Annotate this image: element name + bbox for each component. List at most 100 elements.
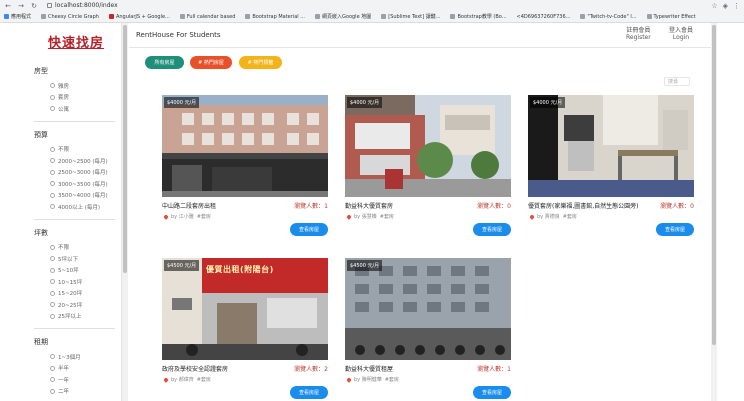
address-bar[interactable]: localhost:8000/index [47, 2, 118, 9]
tag-label[interactable]: #套房 [385, 376, 399, 383]
bookmark-item[interactable]: [Sublime Text] 讓鍵... [381, 13, 440, 20]
sidebar-scrollbar[interactable] [122, 23, 128, 401]
bookmark-item[interactable]: <4D69637260F736... [517, 14, 571, 20]
card-title[interactable]: 中山路二段套房出租 [162, 201, 216, 210]
filter-option[interactable]: 25坪以上 [50, 311, 121, 323]
filter-option[interactable]: 公寓 [50, 103, 121, 115]
radio-icon[interactable] [50, 354, 55, 360]
bookmark-item[interactable]: Full calendar based [179, 14, 235, 20]
search-input[interactable]: 搜尋 [664, 77, 690, 86]
bookmark-item[interactable]: Cheesy Circle Graph [41, 14, 99, 20]
radio-icon[interactable] [50, 290, 55, 296]
bookmark-label: Bootstrap教學 (Bo... [457, 14, 507, 20]
filter-option[interactable]: 二年 [50, 386, 121, 398]
radio-icon[interactable] [50, 204, 55, 210]
card-title-row: 勤益科大優質租屋 瀏覽人數：1 [345, 364, 511, 373]
house-photo[interactable]: $4000 元/月 [528, 95, 694, 197]
bookmark-item[interactable]: Bootstrap教學 (Bo... [450, 13, 507, 20]
filter-option[interactable]: 1~3個月 [50, 351, 121, 363]
budget-section: 預算 不限 2000~2500 (每月) 2500~3000 (每月) 3000… [34, 130, 121, 213]
bookmark-item[interactable]: 網頁嵌入Google 地圖 [315, 13, 371, 20]
bookmark-item[interactable]: "Twitch-tv-Code" l... [580, 14, 637, 20]
filter-option[interactable]: 3500~4000 (每月) [50, 190, 121, 202]
radio-icon[interactable] [50, 365, 55, 371]
radio-icon[interactable] [50, 302, 55, 308]
menu-icon[interactable]: ⋮ [733, 2, 740, 10]
extension-icon[interactable]: ◈ [723, 2, 728, 10]
radio-icon[interactable] [50, 146, 55, 152]
bookmark-label: Typewriter Effect [653, 13, 696, 20]
all-houses-button[interactable]: 所有房屋 [145, 56, 184, 69]
back-icon[interactable]: ← [4, 2, 12, 10]
filter-option[interactable]: 4000以上 (每月) [50, 201, 121, 213]
radio-icon[interactable] [50, 267, 55, 273]
radio-icon[interactable] [50, 169, 55, 175]
house-photo[interactable]: $4000 元/月 [162, 95, 328, 197]
filter-option[interactable]: 不限 [50, 242, 121, 254]
tag-label[interactable]: #套房 [197, 213, 211, 220]
radio-icon[interactable] [50, 256, 55, 262]
card-title[interactable]: 優質套房(家樂福,圖書館,自然生態公園旁) [528, 201, 639, 210]
card-title[interactable]: 勤益科大優質租屋 [345, 364, 393, 373]
radio-icon[interactable] [50, 181, 55, 187]
bookmark-item[interactable]: Typewriter Effect [646, 13, 696, 20]
view-count: 瀏覽人數：2 [294, 366, 328, 373]
tag-label[interactable]: #套房 [197, 376, 211, 383]
card-title[interactable]: 勤益科大優質套房 [345, 201, 393, 210]
forward-icon[interactable]: → [17, 2, 25, 10]
bookmark-item[interactable]: AngularJS + Google... [108, 13, 170, 20]
filter-option[interactable]: 一年 [50, 374, 121, 386]
reload-icon[interactable]: ↻ [30, 2, 38, 10]
house-photo[interactable]: $4500 元/月 [345, 258, 511, 360]
filter-option[interactable]: 15~20坪 [50, 288, 121, 300]
page-scrollbar[interactable] [711, 23, 717, 401]
view-house-button[interactable]: 查看房屋 [290, 386, 328, 399]
tag-label[interactable]: #套房 [380, 213, 394, 220]
radio-icon[interactable] [50, 244, 55, 250]
filter-option[interactable]: 10~15坪 [50, 276, 121, 288]
hot-tags-button[interactable]: # 熱門標籤 [239, 56, 282, 69]
house-photo[interactable]: $4500 元/月 優質出租(附陽台) [162, 258, 328, 360]
filter-option[interactable]: 2500~3000 (每月) [50, 167, 121, 179]
filter-option[interactable]: 套房 [50, 92, 121, 104]
filter-option[interactable]: 2000~2500 (每月) [50, 155, 121, 167]
option-label: 二年 [58, 389, 70, 396]
radio-icon[interactable] [50, 94, 55, 100]
radio-icon[interactable] [50, 192, 55, 198]
option-label: 公寓 [58, 106, 70, 113]
filter-option[interactable]: 不限 [50, 144, 121, 156]
login-link[interactable]: 登入會員 Login [669, 27, 693, 41]
radio-icon[interactable] [50, 388, 55, 394]
hot-houses-button[interactable]: # 熱門房屋 [190, 56, 232, 69]
house-photo[interactable]: $4000 元/月 [345, 95, 511, 197]
scrollbar-thumb[interactable] [712, 25, 716, 345]
register-link[interactable]: 註冊會員 Register [626, 27, 651, 41]
radio-icon[interactable] [50, 377, 55, 383]
star-icon[interactable]: ☆ [711, 2, 717, 10]
card-title[interactable]: 政府及學校安全認證套房 [162, 364, 228, 373]
section-title: 租期 [34, 338, 48, 346]
filter-option[interactable]: 3000~3500 (每月) [50, 178, 121, 190]
site-logo[interactable]: 快速找房 [48, 32, 121, 51]
filter-option[interactable]: 5~10坪 [50, 265, 121, 277]
radio-icon[interactable] [50, 83, 55, 89]
radio-icon[interactable] [50, 279, 55, 285]
bookmark-item[interactable]: Bootstrap Material ... [245, 14, 305, 20]
bookmark-label: AngularJS + Google... [115, 13, 170, 20]
radio-icon[interactable] [50, 106, 55, 112]
radio-icon[interactable] [50, 158, 55, 164]
scrollbar-thumb[interactable] [123, 25, 127, 273]
view-house-button[interactable]: 查看房屋 [473, 223, 511, 236]
view-house-button[interactable]: 查看房屋 [473, 386, 511, 399]
filter-option[interactable]: 半年 [50, 363, 121, 375]
radio-icon[interactable] [50, 313, 55, 319]
filter-option[interactable]: 20~25坪 [50, 299, 121, 311]
view-house-button[interactable]: 查看房屋 [290, 223, 328, 236]
view-house-button[interactable]: 查看房屋 [656, 223, 694, 236]
card-title-row: 優質套房(家樂福,圖書館,自然生態公園旁) 瀏覽人數：0 [528, 201, 694, 210]
bookmark-item[interactable]: 應用程式 [4, 13, 31, 20]
filter-option[interactable]: 5坪以下 [50, 253, 121, 265]
tag-label[interactable]: #套房 [563, 213, 577, 220]
view-count: 瀏覽人數：1 [477, 366, 511, 373]
filter-option[interactable]: 雅房 [50, 80, 121, 92]
